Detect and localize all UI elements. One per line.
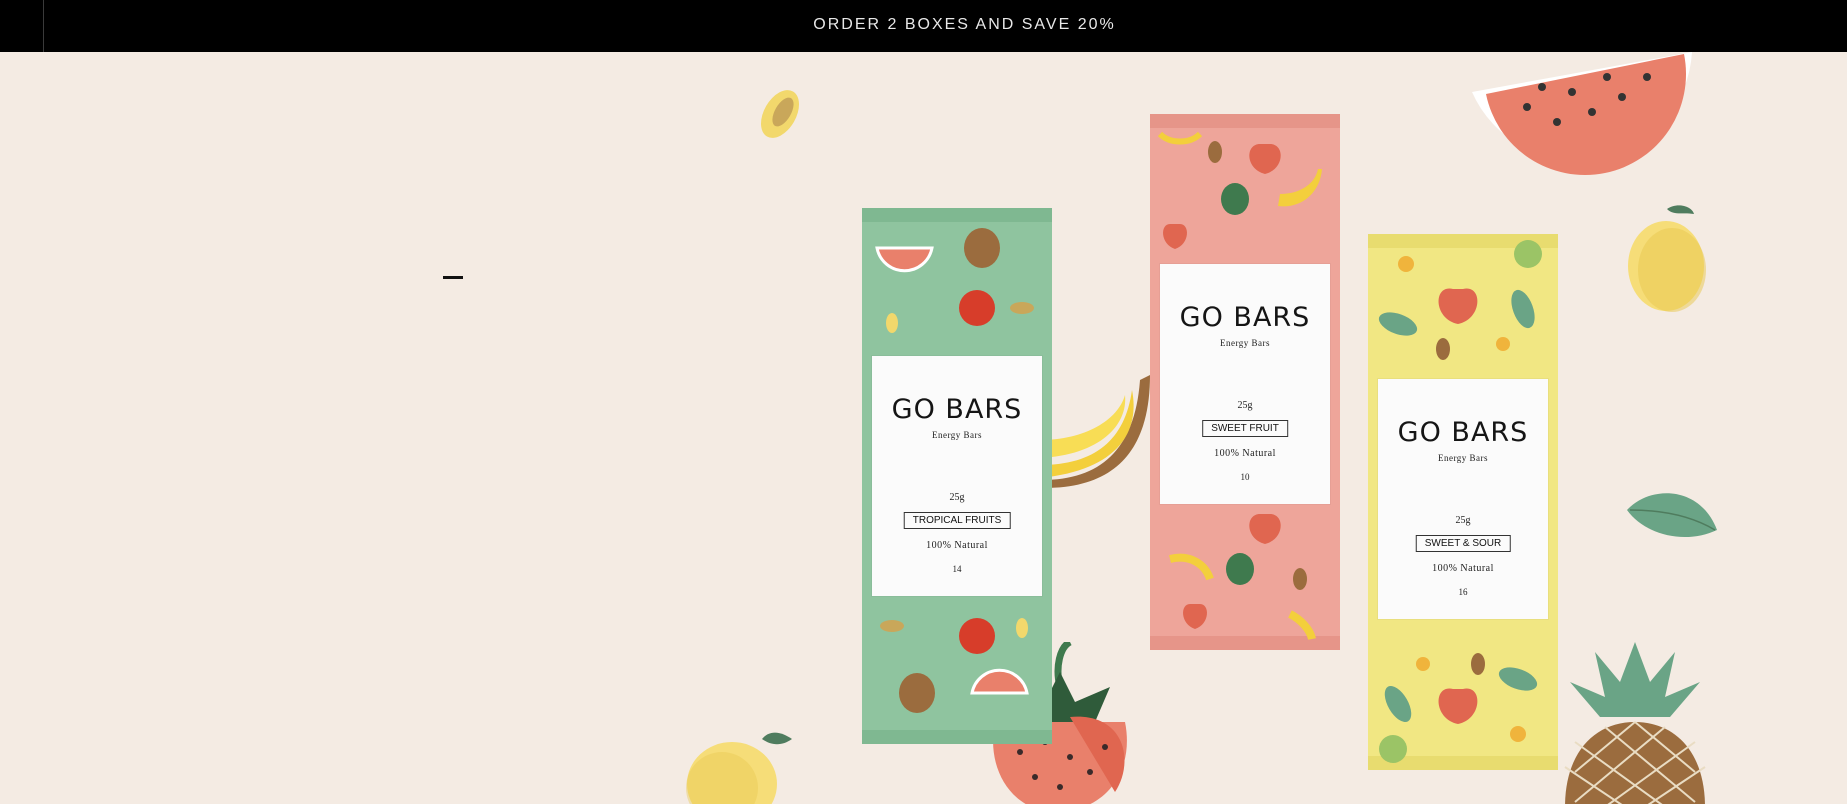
product-tropical-fruits[interactable]: GO BARS Energy Bars 25g TROPICAL FRUITS … [862,208,1052,744]
hero-section: GO BARS Energy Bars 25g TROPICAL FRUITS … [0,52,1847,804]
promo-bar: ORDER 2 BOXES AND SAVE 20% [0,0,1847,52]
product-label: GO BARS Energy Bars 25g SWEET & SOUR 100… [1378,379,1548,619]
product-number: 16 [1458,587,1468,597]
product-number: 10 [1240,472,1250,482]
product-sweet-fruit[interactable]: GO BARS Energy Bars 25g SWEET FRUIT 100%… [1150,114,1340,650]
brand-subtitle: Energy Bars [931,430,983,440]
product-weight: 25g [949,492,965,503]
lemon-icon [1628,205,1706,312]
leaf-icon [1627,493,1717,538]
brand-name: GO BARS [1179,302,1311,333]
lemon-icon [686,732,792,804]
natural-claim: 100% Natural [1432,563,1494,574]
product-sweet-sour[interactable]: GO BARS Energy Bars 25g SWEET & SOUR 100… [1368,234,1558,770]
product-weight: 25g [1455,515,1471,526]
flavor-tag: SWEET & SOUR [1415,535,1511,552]
brand-name: GO BARS [891,394,1023,425]
product-number: 14 [952,564,962,574]
banana-icon [1040,375,1150,488]
product-weight: 25g [1237,400,1253,411]
brand-subtitle: Energy Bars [1437,453,1489,463]
flavor-tag: SWEET FRUIT [1202,420,1288,437]
flavor-tag: TROPICAL FRUITS [903,512,1011,529]
product-label: GO BARS Energy Bars 25g SWEET FRUIT 100%… [1160,264,1330,504]
natural-claim: 100% Natural [1214,448,1276,459]
natural-claim: 100% Natural [926,540,988,551]
pineapple-icon [1564,642,1706,804]
hero-dash [443,276,463,279]
pistachio-icon [761,90,799,138]
product-label: GO BARS Energy Bars 25g TROPICAL FRUITS … [872,356,1042,596]
brand-name: GO BARS [1397,417,1529,448]
promo-text: ORDER 2 BOXES AND SAVE 20% [813,16,1116,33]
brand-subtitle: Energy Bars [1219,338,1271,348]
watermelon-slice-icon [1472,52,1692,175]
